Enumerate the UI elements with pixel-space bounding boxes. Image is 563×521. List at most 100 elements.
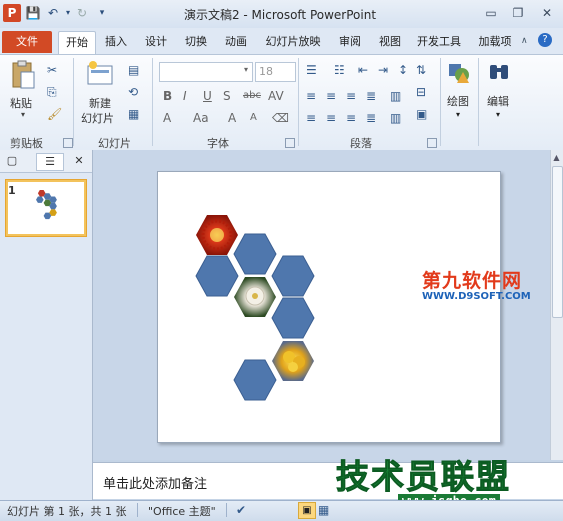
tab-animations[interactable]: 动画 — [220, 31, 252, 53]
collapse-ribbon-icon[interactable]: ∧ — [521, 36, 528, 46]
separator — [137, 503, 138, 517]
change-case-icon[interactable]: Aa — [193, 111, 209, 125]
slide-sorter-icon[interactable]: ▦ — [318, 503, 329, 517]
align-text-icon[interactable]: ⊟ — [416, 85, 426, 99]
new-slide-icon[interactable] — [86, 60, 114, 88]
line-spacing-icon[interactable]: ↕ — [398, 63, 408, 77]
editing-dropdown-icon[interactable]: ▾ — [496, 110, 500, 119]
watermark-d9soft-title: 第九软件网 — [422, 270, 523, 292]
smartart-icon[interactable]: ▣ — [416, 107, 427, 121]
binoculars-icon[interactable] — [488, 61, 510, 85]
numbering-icon[interactable]: ☷ — [334, 63, 345, 77]
paste-dropdown-icon[interactable]: ▾ — [21, 110, 25, 119]
drawing-dropdown-icon[interactable]: ▾ — [456, 110, 460, 119]
paste-button[interactable]: 粘贴 — [10, 95, 32, 111]
tab-home[interactable]: 开始 — [58, 31, 96, 54]
copy-icon[interactable]: ⎘ — [47, 85, 57, 99]
bullets-icon[interactable]: ☰ — [306, 63, 317, 77]
watermark-d9soft-url: WWW.D9SOFT.COM — [422, 291, 531, 302]
italic-icon[interactable]: I — [183, 89, 187, 103]
align-left-2-icon[interactable]: ≡ — [306, 111, 316, 125]
shadow-icon[interactable]: S — [223, 89, 231, 103]
tab-transitions[interactable]: 切换 — [180, 31, 212, 53]
restore-button[interactable]: ❐ — [505, 4, 531, 22]
cut-icon[interactable]: ✂ — [47, 63, 57, 77]
separator — [478, 58, 479, 146]
normal-view-icon[interactable]: ▣ — [298, 502, 316, 519]
tab-design[interactable]: 设计 — [140, 31, 172, 53]
align-left-icon[interactable]: ≡ — [306, 89, 316, 103]
section-icon[interactable]: ▦ — [128, 107, 139, 121]
align-right-2-icon[interactable]: ≡ — [346, 111, 356, 125]
bold-icon[interactable]: B — [163, 89, 172, 103]
columns-2-icon[interactable]: ▥ — [390, 111, 401, 125]
justify-2-icon[interactable]: ≣ — [366, 111, 376, 125]
slide-canvas[interactable] — [157, 171, 501, 443]
help-icon[interactable]: ? — [538, 33, 552, 47]
save-icon[interactable]: 💾 — [25, 5, 41, 21]
font-name-combo[interactable] — [159, 62, 253, 82]
outline-tab-icon[interactable]: ☰ — [36, 153, 64, 171]
tab-slideshow[interactable]: 幻灯片放映 — [263, 31, 323, 53]
hexagon-shape[interactable] — [233, 359, 277, 401]
strikethrough-icon[interactable]: abc — [243, 89, 261, 103]
hexagon-shape[interactable] — [271, 297, 315, 339]
text-direction-icon[interactable]: ⇅ — [416, 63, 426, 77]
tab-addins[interactable]: 加载项 — [475, 31, 515, 53]
reset-icon[interactable]: ⟲ — [128, 85, 138, 99]
notes-placeholder[interactable]: 单击此处添加备注 — [103, 473, 207, 492]
grow-font-icon[interactable]: A — [228, 111, 236, 125]
paste-icon[interactable] — [10, 60, 36, 90]
new-slide-label-1[interactable]: 新建 — [89, 95, 111, 111]
hexagon-shape[interactable] — [271, 255, 315, 297]
hexagon-red-flower-image[interactable] — [196, 215, 238, 255]
minimize-button[interactable]: ▭ — [478, 4, 504, 22]
layout-icon[interactable]: ▤ — [128, 63, 139, 77]
close-button[interactable]: ✕ — [534, 4, 560, 22]
new-slide-label-2[interactable]: 幻灯片 — [81, 110, 114, 126]
separator — [440, 58, 441, 146]
center-2-icon[interactable]: ≡ — [326, 111, 336, 125]
hexagon-yellow-flower-image[interactable] — [272, 341, 314, 381]
clear-format-icon[interactable]: ⌫ — [272, 111, 289, 125]
font-size-combo[interactable]: 18 — [255, 62, 296, 82]
editing-button[interactable]: 编辑 — [487, 93, 509, 109]
watermark-jsgho-title: 技术员联盟 — [336, 457, 511, 497]
center-icon[interactable]: ≡ — [326, 89, 336, 103]
shrink-font-icon[interactable]: A — [250, 111, 257, 125]
increase-indent-icon[interactable]: ⇥ — [378, 63, 388, 77]
slides-tab-icon[interactable]: ▢ — [3, 153, 21, 169]
columns-icon[interactable]: ▥ — [390, 89, 401, 103]
clipboard-launcher-icon[interactable] — [63, 138, 73, 148]
customize-qat-icon[interactable]: ▾ — [94, 5, 110, 21]
font-name-dropdown-icon[interactable]: ▾ — [244, 65, 248, 74]
spelling-check-icon[interactable]: ✔ — [236, 503, 246, 517]
hexagon-shape[interactable] — [233, 233, 277, 275]
align-right-icon[interactable]: ≡ — [346, 89, 356, 103]
hexagon-shape[interactable] — [195, 255, 239, 297]
separator — [298, 58, 299, 146]
justify-icon[interactable]: ≣ — [366, 89, 376, 103]
underline-icon[interactable]: U — [203, 89, 212, 103]
close-panel-icon[interactable]: ✕ — [70, 153, 88, 169]
drawing-button[interactable]: 绘图 — [447, 93, 469, 109]
hexagon-white-flower-image[interactable] — [234, 277, 276, 317]
tab-file[interactable]: 文件 — [2, 31, 52, 53]
scroll-thumb[interactable] — [552, 166, 563, 318]
font-launcher-icon[interactable] — [285, 138, 295, 148]
undo-icon[interactable]: ↶ — [45, 5, 61, 21]
tab-insert[interactable]: 插入 — [100, 31, 132, 53]
redo-icon[interactable]: ↻ — [74, 5, 90, 21]
format-painter-icon[interactable]: 🖌 — [47, 107, 62, 121]
tab-view[interactable]: 视图 — [374, 31, 406, 53]
tab-developer[interactable]: 开发工具 — [414, 31, 464, 53]
spacing-icon[interactable]: AV — [268, 89, 284, 103]
drawing-icon[interactable] — [447, 61, 471, 85]
scroll-up-icon[interactable]: ▲ — [551, 152, 562, 163]
tab-review[interactable]: 审阅 — [334, 31, 366, 53]
decrease-indent-icon[interactable]: ⇤ — [358, 63, 368, 77]
slide-thumbnail[interactable] — [6, 180, 86, 236]
paragraph-launcher-icon[interactable] — [427, 138, 437, 148]
font-color-icon[interactable]: A — [163, 111, 171, 125]
powerpoint-logo-icon[interactable]: P — [3, 4, 21, 22]
